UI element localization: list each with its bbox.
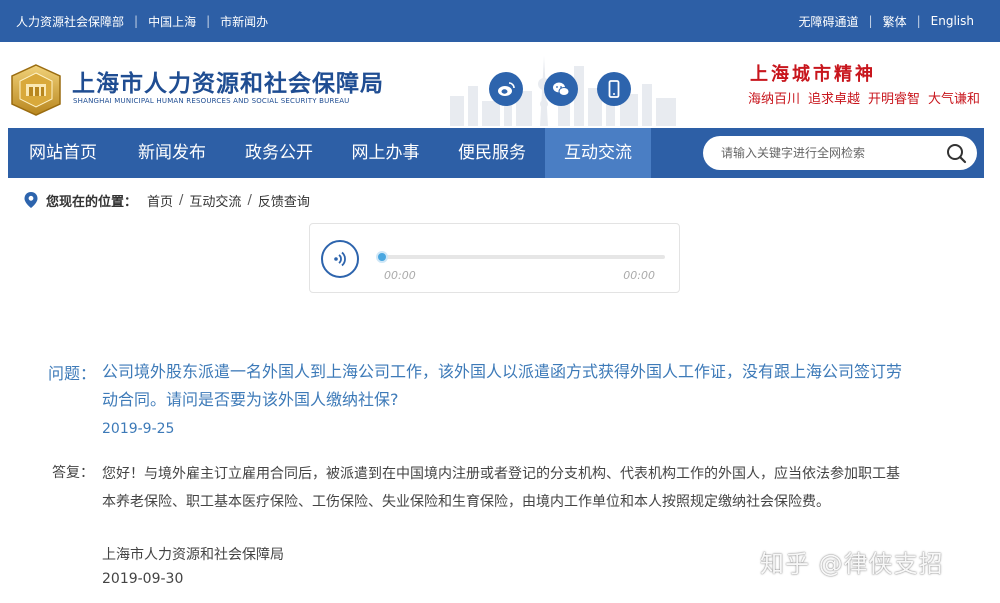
link-traditional-chinese[interactable]: 繁体 xyxy=(883,13,907,30)
spirit-word: 海纳百川 xyxy=(748,92,801,107)
divider: | xyxy=(134,14,139,28)
duration: 00:00 xyxy=(623,269,655,282)
nav-government-affairs[interactable]: 政务公开 xyxy=(226,128,332,178)
weibo-icon xyxy=(498,82,515,96)
breadcrumb-separator: / xyxy=(179,192,184,208)
main-nav: 网站首页 新闻发布 政务公开 网上办事 便民服务 互动交流 xyxy=(8,128,984,178)
spirit-word: 追求卓越 xyxy=(808,92,861,107)
breadcrumb-home[interactable]: 首页 xyxy=(147,191,173,210)
weibo-button[interactable] xyxy=(489,72,523,106)
top-right-links: 无障碍通道 | 繁体 | English xyxy=(799,0,974,42)
spirit-word: 开明睿智 xyxy=(868,92,921,107)
search-input[interactable] xyxy=(721,143,931,163)
breadcrumb-feedback-query[interactable]: 反馈查询 xyxy=(258,191,310,210)
wechat-icon xyxy=(553,82,570,96)
link-accessibility[interactable]: 无障碍通道 xyxy=(799,13,859,30)
audio-player: 00:00 00:00 xyxy=(309,223,680,293)
question-label: 问题： xyxy=(48,364,97,383)
link-china-shanghai[interactable]: 中国上海 xyxy=(148,13,196,30)
play-button[interactable] xyxy=(321,240,359,278)
site-title[interactable]: 上海市人力资源和社会保障局 xyxy=(72,64,384,98)
zhihu-watermark: 知乎 @律侠支招 xyxy=(760,550,944,578)
bureau-emblem-icon[interactable] xyxy=(8,62,64,118)
site-title-english: SHANGHAI MUNICIPAL HUMAN RESOURCES AND S… xyxy=(73,97,350,105)
answer-organization: 上海市人力资源和社会保障局 xyxy=(102,547,284,563)
divider: | xyxy=(868,14,873,28)
search-icon[interactable] xyxy=(945,142,967,164)
nav-public-services[interactable]: 便民服务 xyxy=(439,128,545,178)
search-box xyxy=(703,136,977,170)
nav-news[interactable]: 新闻发布 xyxy=(118,128,226,178)
divider: | xyxy=(206,14,211,28)
link-mohrss[interactable]: 人力资源社会保障部 xyxy=(16,13,124,30)
question-text: 公司境外股东派遣一名外国人到上海公司工作，该外国人以派遣函方式获得外国人工作证，… xyxy=(102,362,903,409)
breadcrumb: 您现在的位置： 首页 / 互动交流 / 反馈查询 xyxy=(24,190,310,210)
location-pin-icon xyxy=(24,192,38,208)
link-news-office[interactable]: 市新闻办 xyxy=(220,13,268,30)
wechat-button[interactable] xyxy=(544,72,578,106)
speaker-icon xyxy=(334,251,346,267)
city-spirit-title: 上海城市精神 xyxy=(750,64,876,85)
nav-online-services[interactable]: 网上办事 xyxy=(332,128,439,178)
city-spirit-words: 海纳百川 追求卓越 开明睿智 大气谦和 xyxy=(748,88,980,107)
top-left-links: 人力资源社会保障部 | 中国上海 | 市新闻办 xyxy=(16,0,268,42)
question-date: 2019-9-25 xyxy=(102,421,175,437)
link-english[interactable]: English xyxy=(931,14,974,28)
mobile-button[interactable] xyxy=(597,72,631,106)
breadcrumb-label: 您现在的位置： xyxy=(46,194,138,210)
breadcrumb-interaction[interactable]: 互动交流 xyxy=(189,191,241,210)
progress-knob[interactable] xyxy=(376,251,388,263)
nav-interaction[interactable]: 互动交流 xyxy=(545,128,651,178)
divider: | xyxy=(916,14,921,28)
answer-date: 2019-09-30 xyxy=(102,571,184,587)
breadcrumb-separator: / xyxy=(247,192,252,208)
nav-home[interactable]: 网站首页 xyxy=(8,128,118,178)
answer-label: 答复： xyxy=(52,465,94,481)
top-utility-bar: 人力资源社会保障部 | 中国上海 | 市新闻办 无障碍通道 | 繁体 | Eng… xyxy=(0,0,1000,42)
spirit-word: 大气谦和 xyxy=(928,92,981,107)
mobile-icon xyxy=(608,80,620,98)
current-time: 00:00 xyxy=(384,269,416,282)
progress-track[interactable] xyxy=(380,255,665,259)
answer-text: 您好！与境外雇主订立雇用合同后，被派遣到在中国境内注册或者登记的分支机构、代表机… xyxy=(102,466,900,510)
